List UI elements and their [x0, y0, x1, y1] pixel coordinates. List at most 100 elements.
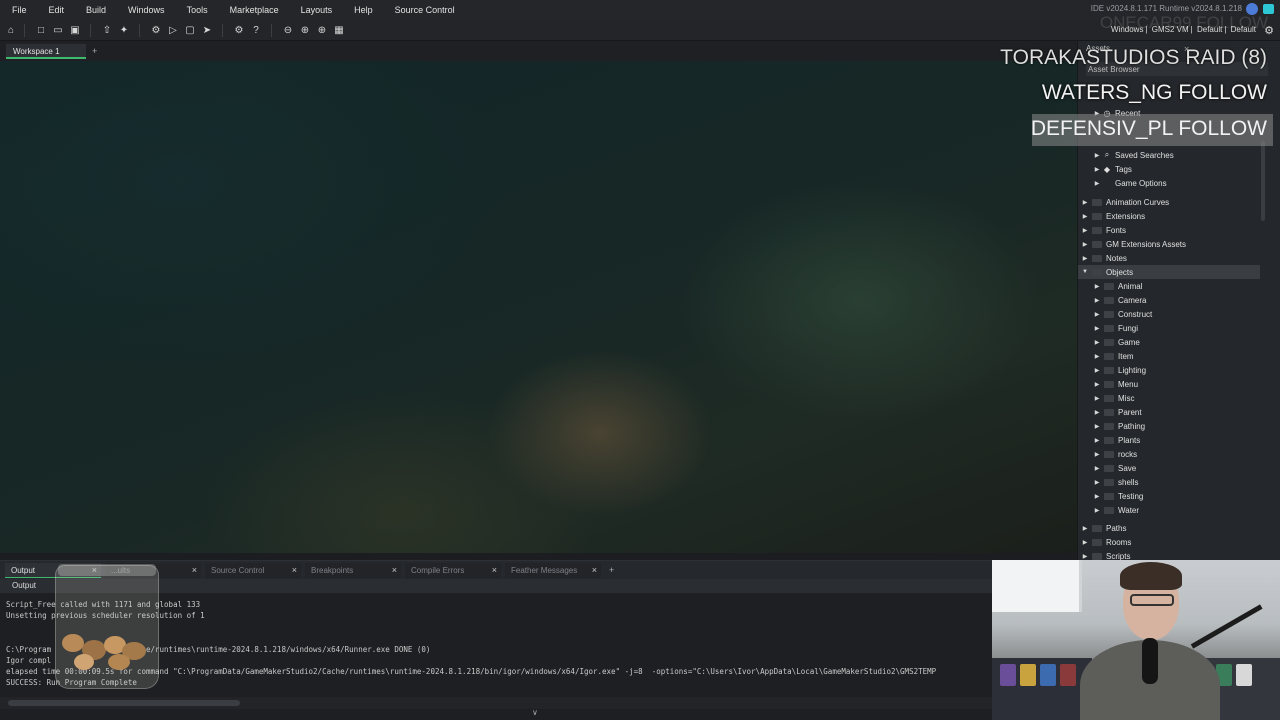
close-icon[interactable]: ×: [192, 565, 197, 575]
chevron-right-icon[interactable]: ▶: [1092, 152, 1102, 159]
chevron-right-icon[interactable]: ▶: [1092, 479, 1102, 486]
chevron-right-icon[interactable]: ▶: [1092, 451, 1102, 458]
asset-tree-item[interactable]: ▶ Misc: [1078, 391, 1260, 405]
asset-tree-item[interactable]: ▶ Item: [1078, 349, 1260, 363]
chevron-down-icon[interactable]: ▼: [1080, 269, 1090, 275]
run-icon[interactable]: ▷: [166, 23, 180, 37]
output-tab[interactable]: Compile Errors ×: [405, 563, 501, 578]
add-workspace-button[interactable]: +: [92, 46, 97, 56]
close-icon[interactable]: ×: [592, 565, 597, 575]
close-icon[interactable]: ×: [292, 565, 297, 575]
grid-icon[interactable]: ▦: [332, 23, 346, 37]
debug-icon[interactable]: ⚙: [149, 23, 163, 37]
game-options-icon[interactable]: ⚙: [232, 23, 246, 37]
open-project-icon[interactable]: ▭: [51, 23, 65, 37]
asset-tree-item[interactable]: ▶ Pathing: [1078, 419, 1260, 433]
chevron-right-icon[interactable]: ▶: [1092, 339, 1102, 346]
asset-tree-item[interactable]: ▶ Lighting: [1078, 363, 1260, 377]
asset-tree-item[interactable]: ▶ Game: [1078, 335, 1260, 349]
asset-scrollbar[interactable]: [1261, 141, 1265, 221]
chevron-right-icon[interactable]: ▶: [1092, 166, 1102, 173]
stop-icon[interactable]: ▢: [183, 23, 197, 37]
tab-workspace-1[interactable]: Workspace 1: [6, 44, 86, 59]
zoom-in-icon[interactable]: ⊕: [315, 23, 329, 37]
menu-edit[interactable]: Edit: [38, 5, 76, 15]
chevron-right-icon[interactable]: ▶: [1092, 465, 1102, 472]
chevron-right-icon[interactable]: ▶: [1092, 283, 1102, 290]
menu-build[interactable]: Build: [75, 5, 117, 15]
chevron-right-icon[interactable]: ▶: [1092, 325, 1102, 332]
menu-marketplace[interactable]: Marketplace: [219, 5, 290, 15]
menu-file[interactable]: File: [0, 5, 38, 15]
chevron-right-icon[interactable]: ▶: [1080, 255, 1090, 262]
asset-tree-item[interactable]: ▶ Game Options: [1078, 176, 1260, 190]
asset-tree-item[interactable]: ▶ rocks: [1078, 447, 1260, 461]
add-output-tab-button[interactable]: +: [609, 565, 614, 575]
asset-tree-item[interactable]: ▶ Scripts: [1078, 549, 1260, 561]
chevron-right-icon[interactable]: ▶: [1092, 423, 1102, 430]
output-tab[interactable]: Source Control ×: [205, 563, 301, 578]
chevron-right-icon[interactable]: ▶: [1092, 367, 1102, 374]
new-project-icon[interactable]: □: [34, 23, 48, 37]
asset-tree-item[interactable]: ▶ Water: [1078, 503, 1260, 517]
menu-layouts[interactable]: Layouts: [290, 5, 344, 15]
asset-tree-item[interactable]: ▶ Animation Curves: [1078, 195, 1260, 209]
asset-tree-item[interactable]: ▶ Menu: [1078, 377, 1260, 391]
webcam-microphone: [1142, 638, 1158, 684]
asset-tree-item[interactable]: ▶ Fonts: [1078, 223, 1260, 237]
asset-tree-item[interactable]: ▶ Fungi: [1078, 321, 1260, 335]
menu-tools[interactable]: Tools: [176, 5, 219, 15]
asset-tree-item[interactable]: ▶ ⌕ Saved Searches: [1078, 148, 1260, 162]
zoom-out-icon[interactable]: ⊖: [281, 23, 295, 37]
close-icon[interactable]: ×: [492, 565, 497, 575]
asset-tree-item[interactable]: ▶ Construct: [1078, 307, 1260, 321]
chevron-right-icon[interactable]: ▶: [1080, 213, 1090, 220]
chevron-right-icon[interactable]: ▶: [1092, 180, 1102, 187]
chevron-right-icon[interactable]: ▶: [1092, 507, 1102, 514]
chevron-right-icon[interactable]: ▶: [1080, 539, 1090, 546]
close-icon[interactable]: ×: [392, 565, 397, 575]
output-scrollbar[interactable]: [8, 700, 240, 706]
home-icon[interactable]: ⌂: [4, 23, 18, 37]
asset-tree-item[interactable]: ▶ shells: [1078, 475, 1260, 489]
chevron-right-icon[interactable]: ▶: [1092, 297, 1102, 304]
asset-tree-item[interactable]: ▶ Save: [1078, 461, 1260, 475]
chevron-right-icon[interactable]: ▶: [1080, 227, 1090, 234]
zoom-reset-icon[interactable]: ⊕: [298, 23, 312, 37]
asset-tree-item[interactable]: ▼ Objects: [1078, 265, 1260, 279]
asset-tree-item[interactable]: ▶ Rooms: [1078, 535, 1260, 549]
clean-icon[interactable]: ✦: [117, 23, 131, 37]
asset-tree-item[interactable]: ▶ GM Extensions Assets: [1078, 237, 1260, 251]
asset-tree-item[interactable]: ▶ Plants: [1078, 433, 1260, 447]
chevron-right-icon[interactable]: ▶: [1080, 553, 1090, 560]
clean-build-icon[interactable]: ➤: [200, 23, 214, 37]
asset-tree-item[interactable]: ▶ Parent: [1078, 405, 1260, 419]
chevron-right-icon[interactable]: ▶: [1092, 493, 1102, 500]
asset-tree-item[interactable]: ▶ Notes: [1078, 251, 1260, 265]
asset-tree-item[interactable]: ▶ Paths: [1078, 521, 1260, 535]
asset-tree-item[interactable]: ▶ Testing: [1078, 489, 1260, 503]
menu-windows[interactable]: Windows: [117, 5, 176, 15]
output-tab[interactable]: Feather Messages ×: [505, 563, 601, 578]
chevron-right-icon[interactable]: ▶: [1080, 199, 1090, 206]
asset-tree-item[interactable]: ▶ Camera: [1078, 293, 1260, 307]
asset-tree-item[interactable]: ▶ ◆ Tags: [1078, 162, 1260, 176]
chevron-right-icon[interactable]: ▶: [1092, 311, 1102, 318]
chevron-right-icon[interactable]: ▶: [1092, 381, 1102, 388]
workspace-canvas[interactable]: [0, 61, 1077, 553]
chevron-right-icon[interactable]: ▶: [1080, 525, 1090, 532]
menu-source-control[interactable]: Source Control: [384, 5, 466, 15]
asset-tree-item[interactable]: ▶ Extensions: [1078, 209, 1260, 223]
chevron-right-icon[interactable]: ▶: [1092, 395, 1102, 402]
save-project-icon[interactable]: ▣: [68, 23, 82, 37]
menu-help[interactable]: Help: [343, 5, 384, 15]
chevron-right-icon[interactable]: ▶: [1080, 241, 1090, 248]
chevron-down-icon[interactable]: ∨: [532, 708, 538, 717]
export-icon[interactable]: ⇧: [100, 23, 114, 37]
asset-tree-item[interactable]: ▶ Animal: [1078, 279, 1260, 293]
chevron-right-icon[interactable]: ▶: [1092, 353, 1102, 360]
chevron-right-icon[interactable]: ▶: [1092, 409, 1102, 416]
output-tab[interactable]: Breakpoints ×: [305, 563, 401, 578]
chevron-right-icon[interactable]: ▶: [1092, 437, 1102, 444]
help-icon[interactable]: ?: [249, 23, 263, 37]
